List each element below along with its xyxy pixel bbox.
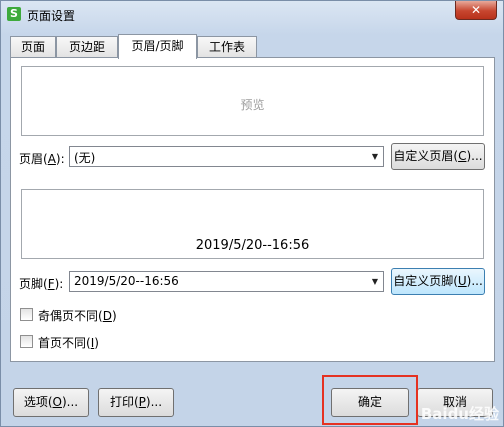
- header-footer-panel: 预览 页眉(A): (无) ▼ 自定义页眉(C)... 2019/5/20--1…: [10, 57, 495, 362]
- options-button[interactable]: 选项(O)...: [13, 388, 89, 417]
- tab-header-footer[interactable]: 页眉/页脚: [118, 34, 197, 59]
- dropdown-arrow-icon: ▼: [371, 152, 379, 161]
- custom-header-button[interactable]: 自定义页眉(C)...: [391, 143, 485, 170]
- footer-preview: 2019/5/20--16:56: [21, 189, 484, 259]
- header-preview-text: 预览: [240, 98, 265, 112]
- dropdown-arrow-icon: ▼: [371, 277, 379, 286]
- footer-preview-text: 2019/5/20--16:56: [195, 238, 310, 253]
- header-preview: 预览: [21, 66, 484, 136]
- custom-footer-button[interactable]: 自定义页脚(U)...: [391, 268, 485, 295]
- header-label: 页眉(A):: [19, 152, 65, 166]
- first-page-label: 首页不同(I): [38, 336, 99, 350]
- title-bar: S 页面设置 ✕: [1, 1, 503, 29]
- print-button[interactable]: 打印(P)...: [98, 388, 174, 417]
- page-setup-dialog: S 页面设置 ✕ 页面 页边距 页眉/页脚 工作表 预览 页眉(A): (无) …: [0, 0, 504, 427]
- ok-highlight-box: [322, 375, 418, 425]
- tab-margins[interactable]: 页边距: [56, 36, 118, 57]
- close-button[interactable]: ✕: [455, 1, 497, 20]
- baidu-watermark: Baidu经验: [420, 405, 499, 423]
- odd-even-checkbox[interactable]: [20, 308, 33, 321]
- header-select[interactable]: (无) ▼: [69, 146, 384, 167]
- wps-app-icon: S: [7, 7, 21, 21]
- tab-page[interactable]: 页面: [10, 36, 56, 57]
- header-select-value: (无): [74, 151, 96, 165]
- window-title: 页面设置: [27, 9, 76, 23]
- first-page-checkbox[interactable]: [20, 335, 33, 348]
- close-icon: ✕: [470, 3, 482, 17]
- footer-select-value: 2019/5/20--16:56: [74, 274, 179, 288]
- footer-label: 页脚(F):: [19, 277, 64, 291]
- tab-sheet[interactable]: 工作表: [197, 36, 257, 57]
- footer-select[interactable]: 2019/5/20--16:56 ▼: [69, 271, 384, 292]
- odd-even-label: 奇偶页不同(D): [38, 309, 117, 323]
